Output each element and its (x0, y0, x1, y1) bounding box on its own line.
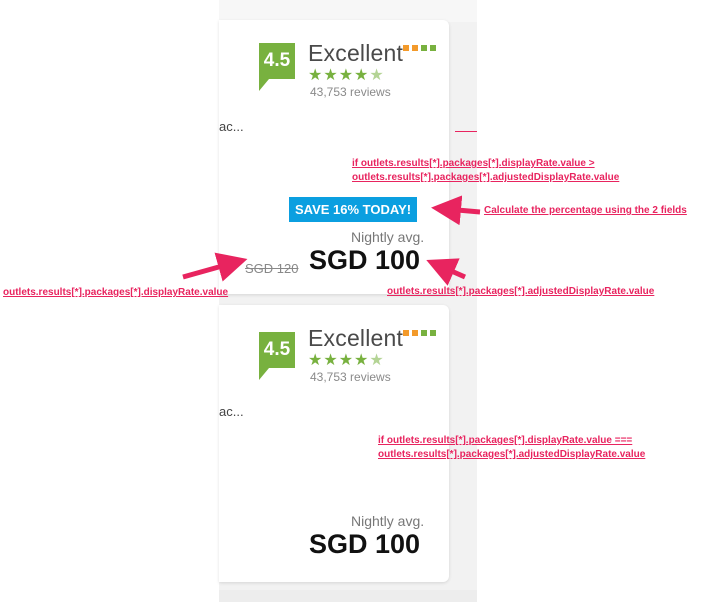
nightly-avg-label: Nightly avg. (351, 229, 425, 245)
annotation-line (455, 131, 477, 132)
review-score-badge: 4.5 (259, 332, 295, 368)
previous-card-edge (219, 0, 477, 22)
review-count: 43,753 reviews (310, 370, 391, 384)
annotation-condition-greater-line1: if outlets.results[*].packages[*].displa… (352, 158, 595, 169)
nightly-avg-label: Nightly avg. (351, 513, 425, 529)
annotation-adjusted-rate: outlets.results[*].packages[*].adjustedD… (387, 286, 655, 297)
annotation-condition-greater-line2: outlets.results[*].packages[*].adjustedD… (352, 172, 620, 183)
stars-icon: ★★★★★ (308, 352, 385, 369)
review-score: 4.5 (263, 339, 291, 360)
annotation-condition-equal-line1: if outlets.results[*].packages[*].displa… (378, 435, 633, 446)
annotation-condition-equal-line2: outlets.results[*].packages[*].adjustedD… (378, 449, 646, 460)
truncated-text: ac... (219, 119, 244, 134)
current-price: SGD 100 (309, 529, 421, 559)
rating-bars-icon (403, 45, 436, 51)
original-price: SGD 120 (245, 261, 299, 276)
score-badge-tail (259, 368, 269, 380)
review-score: 4.5 (263, 50, 291, 71)
rating-bars-icon (403, 330, 436, 336)
score-badge-tail (259, 79, 269, 91)
rating-label: Excellent (308, 40, 404, 66)
save-badge: SAVE 16% TODAY! (289, 197, 418, 222)
review-count: 43,753 reviews (310, 85, 391, 99)
current-price: SGD 100 (309, 245, 421, 275)
rating-label: Excellent (308, 325, 404, 351)
review-score-badge: 4.5 (259, 43, 295, 79)
truncated-text: ac... (219, 404, 244, 419)
next-card-edge (219, 590, 477, 602)
annotation-display-rate: outlets.results[*].packages[*].displayRa… (3, 287, 229, 298)
stars-icon: ★★★★★ (308, 67, 385, 84)
annotation-calc-percentage: Calculate the percentage using the 2 fie… (484, 205, 687, 216)
